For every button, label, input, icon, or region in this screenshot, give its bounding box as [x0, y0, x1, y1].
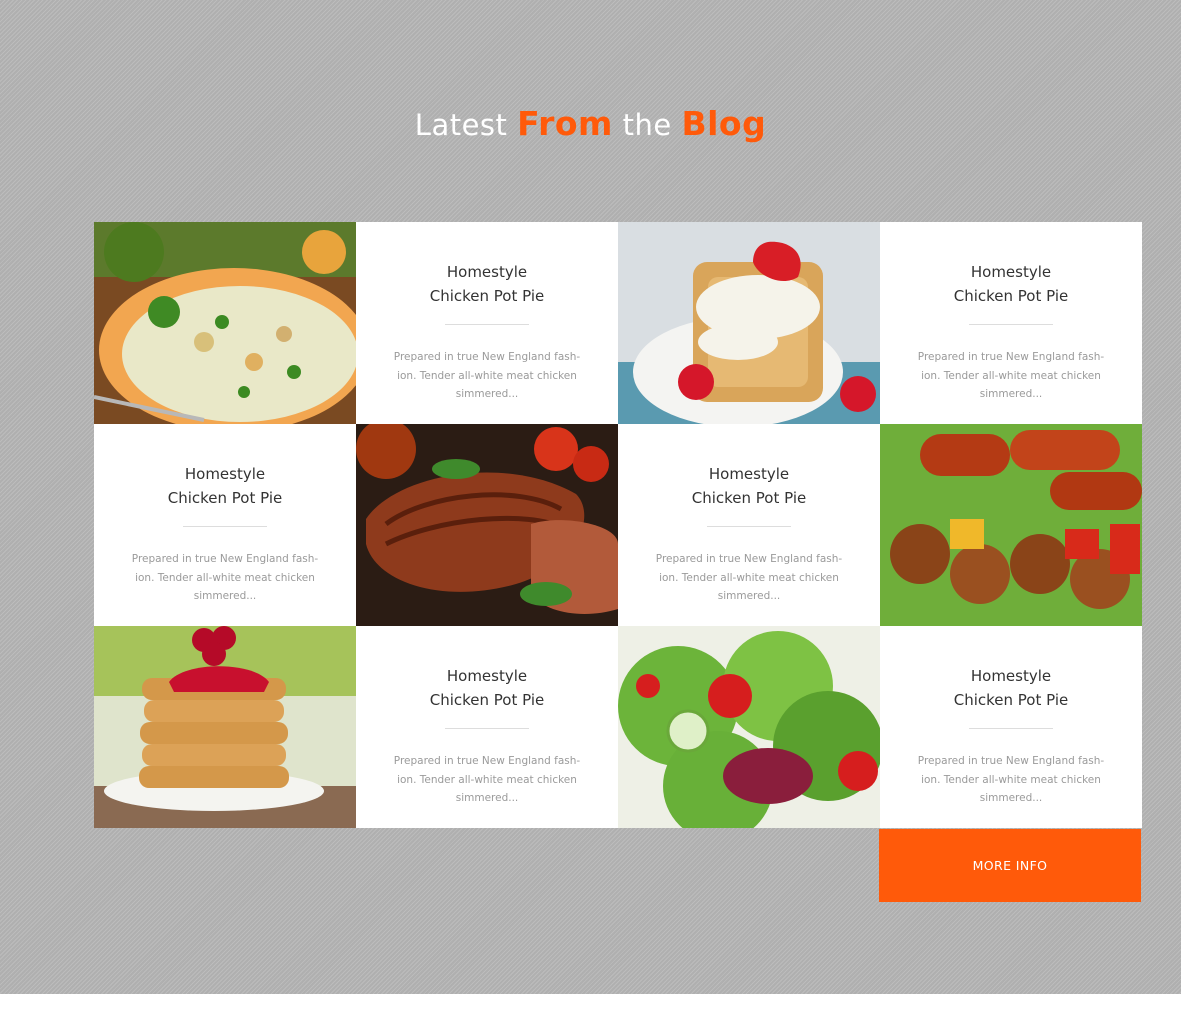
- card-divider: [707, 526, 791, 527]
- pancake-stack-photo[interactable]: [94, 626, 356, 828]
- heading-word-blog: Blog: [681, 104, 767, 143]
- grilled-steak-photo[interactable]: [356, 424, 618, 626]
- card-excerpt: Prepared in true New England fash- ion. …: [131, 553, 319, 602]
- blog-section: Latest From the Blog Homestyle Chicken P…: [0, 0, 1181, 994]
- more-info-button[interactable]: MORE INFO: [879, 829, 1141, 902]
- blog-card[interactable]: Homestyle Chicken Pot Pie Prepared in tr…: [618, 424, 880, 626]
- creamy-pot-pie-photo[interactable]: [94, 222, 356, 424]
- card-title[interactable]: Homestyle Chicken Pot Pie: [356, 260, 618, 308]
- card-title[interactable]: Homestyle Chicken Pot Pie: [880, 664, 1142, 712]
- card-divider: [969, 728, 1053, 729]
- card-excerpt: Prepared in true New England fash- ion. …: [655, 553, 843, 602]
- card-title[interactable]: Homestyle Chicken Pot Pie: [356, 664, 618, 712]
- blog-grid: Homestyle Chicken Pot Pie Prepared in tr…: [94, 222, 1142, 829]
- blog-card[interactable]: Homestyle Chicken Pot Pie Prepared in tr…: [356, 626, 618, 828]
- card-excerpt: Prepared in true New England fash- ion. …: [393, 755, 581, 804]
- strawberry-waffles-photo[interactable]: [618, 222, 880, 424]
- section-heading: Latest From the Blog: [0, 104, 1181, 143]
- card-divider: [969, 324, 1053, 325]
- blog-card[interactable]: Homestyle Chicken Pot Pie Prepared in tr…: [880, 626, 1142, 828]
- blog-card[interactable]: Homestyle Chicken Pot Pie Prepared in tr…: [880, 222, 1142, 424]
- card-divider: [183, 526, 267, 527]
- heading-word-from: From: [517, 104, 613, 143]
- sausage-skewers-photo[interactable]: [880, 424, 1142, 626]
- card-divider: [445, 324, 529, 325]
- card-excerpt: Prepared in true New England fash- ion. …: [917, 755, 1105, 804]
- card-divider: [445, 728, 529, 729]
- card-excerpt: Prepared in true New England fash- ion. …: [917, 351, 1105, 400]
- green-salad-photo[interactable]: [618, 626, 880, 828]
- blog-card[interactable]: Homestyle Chicken Pot Pie Prepared in tr…: [94, 424, 356, 626]
- card-excerpt: Prepared in true New England fash- ion. …: [393, 351, 581, 400]
- heading-word-the: the: [622, 108, 672, 142]
- blog-card[interactable]: Homestyle Chicken Pot Pie Prepared in tr…: [356, 222, 618, 424]
- card-title[interactable]: Homestyle Chicken Pot Pie: [618, 462, 880, 510]
- card-title[interactable]: Homestyle Chicken Pot Pie: [94, 462, 356, 510]
- card-title[interactable]: Homestyle Chicken Pot Pie: [880, 260, 1142, 308]
- heading-word-latest: Latest: [414, 108, 508, 142]
